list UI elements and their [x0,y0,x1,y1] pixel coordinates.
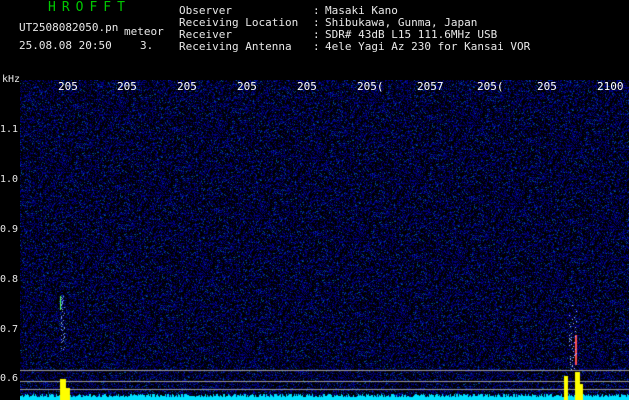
app-title: HROFFT [48,0,131,15]
x-tick-label: 205 [58,80,78,93]
file-name: UT2508082050.pn [19,21,119,34]
station-info: Observer: Masaki Kano Receiving Location:… [179,5,530,53]
x-tick-label: 205( [357,80,384,93]
timestamp: 25.08.08 20:50 [19,39,112,52]
antenna-label: Receiving Antenna [179,40,292,53]
x-tick-label: 205 [297,80,317,93]
x-tick-label: 205( [477,80,504,93]
x-tick-label: 2100 [597,80,624,93]
antenna-separator: : [313,40,320,53]
y-tick-label: 0.9 [0,224,19,235]
y-tick-label: 1.1 [0,124,19,135]
antenna-row: Receiving Antenna:4ele Yagi Az 230 for K… [179,41,530,53]
event-tag: meteor [124,25,164,38]
x-tick-label: 205 [177,80,197,93]
y-tick-label: 0.6 [0,373,19,384]
y-tick-label: 1.0 [0,174,19,185]
header: HROFFT UT2508082050.pn meteor 25.08.08 2… [0,0,629,75]
x-tick-label: 205 [237,80,257,93]
frequency-unit-label: kHz [2,74,21,85]
y-tick-label: 0.7 [0,324,19,335]
echo-count: 3. [140,39,154,52]
y-tick-label: 0.8 [0,274,19,285]
x-tick-label: 205 [117,80,137,93]
antenna-value: 4ele Yagi Az 230 for Kansai VOR [325,40,531,53]
x-tick-label: 2057 [417,80,444,93]
spectrogram-canvas [20,80,629,400]
x-tick-label: 205 [537,80,557,93]
